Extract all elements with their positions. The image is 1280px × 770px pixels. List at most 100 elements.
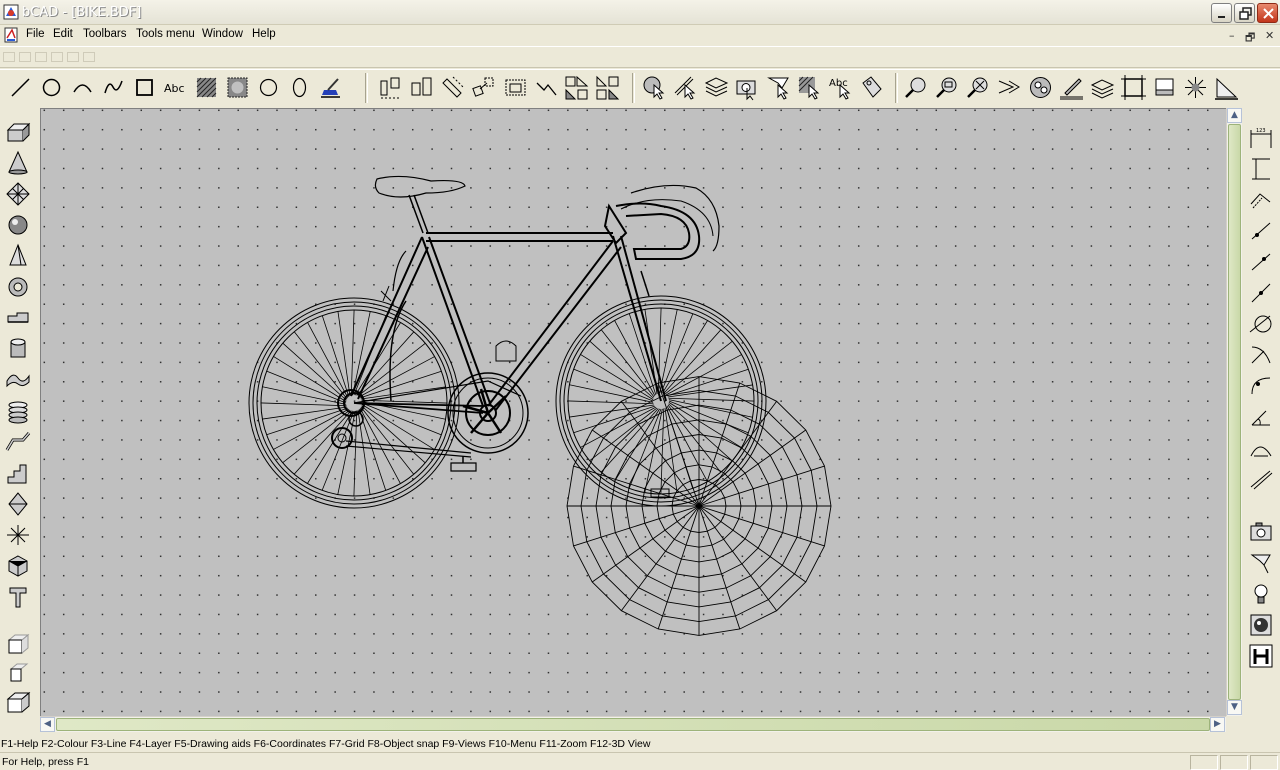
menu-file[interactable]: File <box>26 28 45 40</box>
tag-tool-icon <box>862 76 882 98</box>
block-button[interactable] <box>1150 73 1179 102</box>
layers3d-tool-button[interactable] <box>3 397 33 425</box>
rectangle-tool-button[interactable] <box>130 73 159 102</box>
scroll-left-arrow[interactable]: ◀ <box>40 717 55 732</box>
text3d-tool-button[interactable] <box>3 583 33 611</box>
extrude-tool-button[interactable] <box>3 304 33 332</box>
spline-tool-button[interactable] <box>99 73 128 102</box>
dim-angle-button[interactable] <box>1246 248 1276 276</box>
minimize-button[interactable] <box>1211 3 1232 23</box>
hatch-render-button[interactable] <box>1246 642 1276 670</box>
cylinder-tool-button[interactable] <box>3 335 33 363</box>
dim-slope-button[interactable] <box>1246 465 1276 493</box>
sphere-tool-button[interactable] <box>3 211 33 239</box>
view-button[interactable] <box>995 73 1024 102</box>
dim-angular-button[interactable] <box>1246 403 1276 431</box>
rotate-tool-button[interactable] <box>439 73 468 102</box>
box-tool-button[interactable] <box>3 118 33 146</box>
select-tool-button[interactable] <box>640 73 669 102</box>
stairs-tool-button[interactable] <box>3 459 33 487</box>
hatch-tool-button[interactable] <box>192 73 221 102</box>
dim-chord-button[interactable] <box>1246 434 1276 462</box>
menu-edit[interactable]: Edit <box>53 28 73 40</box>
mesh-tool-button[interactable] <box>3 180 33 208</box>
document-icon[interactable] <box>3 27 19 43</box>
dim-vertical-button[interactable] <box>1246 155 1276 183</box>
zoom-out-button[interactable] <box>933 73 962 102</box>
minimize-icon <box>1218 16 1225 18</box>
align2-tool-button[interactable] <box>408 73 437 102</box>
mdi-close-button[interactable]: ✕ <box>1265 29 1274 42</box>
vertical-scrollbar[interactable]: ▲ ▼ <box>1226 108 1242 716</box>
text-tool-button[interactable]: Abc <box>161 73 190 102</box>
array-tool-button[interactable] <box>594 73 623 102</box>
dim-arc-button[interactable] <box>1246 372 1276 400</box>
ellipse-tool-button[interactable] <box>285 73 314 102</box>
pick-tool-button[interactable] <box>764 73 793 102</box>
render-button[interactable] <box>1026 73 1055 102</box>
fill-tool-button[interactable] <box>223 73 252 102</box>
sweep-tool-button[interactable] <box>3 428 33 456</box>
vertical-scroll-thumb[interactable] <box>1228 124 1241 700</box>
torus-tool-button[interactable] <box>3 273 33 301</box>
scale-tool-button[interactable] <box>501 73 530 102</box>
zoom-window-button[interactable] <box>964 73 993 102</box>
camera-button[interactable] <box>1246 518 1276 546</box>
explode-button[interactable] <box>1181 73 1210 102</box>
view3d-side-button[interactable] <box>3 659 33 687</box>
arc-tool-button[interactable] <box>68 73 97 102</box>
menu-help[interactable]: Help <box>252 28 276 40</box>
text-select-button[interactable]: Abc <box>826 73 855 102</box>
move-tool-button[interactable] <box>470 73 499 102</box>
paint-tool-button[interactable] <box>316 73 345 102</box>
circle2-tool-button[interactable] <box>254 73 283 102</box>
line-tool-button[interactable] <box>6 73 35 102</box>
pyramid-tool-button[interactable] <box>3 242 33 270</box>
menu-window[interactable]: Window <box>202 28 243 40</box>
scroll-up-arrow[interactable]: ▲ <box>1227 108 1242 123</box>
loft-tool-button[interactable] <box>3 490 33 518</box>
dim-diameter-button[interactable] <box>1246 310 1276 338</box>
cone-tool-button[interactable] <box>3 149 33 177</box>
material-button[interactable] <box>1246 611 1276 639</box>
dim-aligned-button[interactable] <box>1246 186 1276 214</box>
zoom-in-button[interactable] <box>902 73 931 102</box>
horizontal-scroll-thumb[interactable] <box>56 718 1210 731</box>
frame-button[interactable] <box>1119 73 1148 102</box>
mdi-minimize-button[interactable]: – <box>1229 29 1235 42</box>
solid-tool-button[interactable] <box>3 552 33 580</box>
edit-tool-button[interactable] <box>671 73 700 102</box>
view3d-iso-button[interactable] <box>3 688 33 716</box>
hatch-select-button[interactable] <box>795 73 824 102</box>
close-button[interactable] <box>1257 3 1278 23</box>
menu-toolbars[interactable]: Toolbars <box>83 28 126 40</box>
pen-tool-button[interactable] <box>1057 73 1086 102</box>
circle-tool-button[interactable] <box>37 73 66 102</box>
tag-tool-button[interactable] <box>857 73 886 102</box>
menu-tools[interactable]: Tools menu <box>136 28 195 40</box>
layers2-button[interactable] <box>1088 73 1117 102</box>
view3d-front-button[interactable] <box>3 630 33 658</box>
undo-tool-button[interactable] <box>532 73 561 102</box>
layers-tool-button[interactable] <box>702 73 731 102</box>
horizontal-scrollbar[interactable]: ◀ ▶ <box>40 716 1226 732</box>
surface-tool-button[interactable] <box>3 366 33 394</box>
dim-horizontal-button[interactable]: 123 <box>1246 124 1276 152</box>
light-bulb-button[interactable] <box>1246 580 1276 608</box>
scroll-down-arrow[interactable]: ▼ <box>1227 700 1242 715</box>
dim-diagonal-button[interactable] <box>1246 217 1276 245</box>
mirror-tool-button[interactable] <box>563 73 592 102</box>
dim-leader-button[interactable] <box>1246 279 1276 307</box>
scroll-right-arrow[interactable]: ▶ <box>1210 717 1225 732</box>
camera-tool-button[interactable] <box>733 73 762 102</box>
loft-icon <box>8 492 28 516</box>
dim-radius-button[interactable] <box>1246 341 1276 369</box>
restore-button[interactable] <box>1234 3 1255 23</box>
section-tool-button[interactable] <box>3 521 33 549</box>
drawing-canvas[interactable] <box>40 108 1226 716</box>
zoom-window-icon <box>967 77 988 98</box>
ruler-button[interactable] <box>1212 73 1241 102</box>
align-tool-button[interactable] <box>377 73 406 102</box>
light-spot-button[interactable] <box>1246 549 1276 577</box>
close-icon <box>1263 8 1274 19</box>
